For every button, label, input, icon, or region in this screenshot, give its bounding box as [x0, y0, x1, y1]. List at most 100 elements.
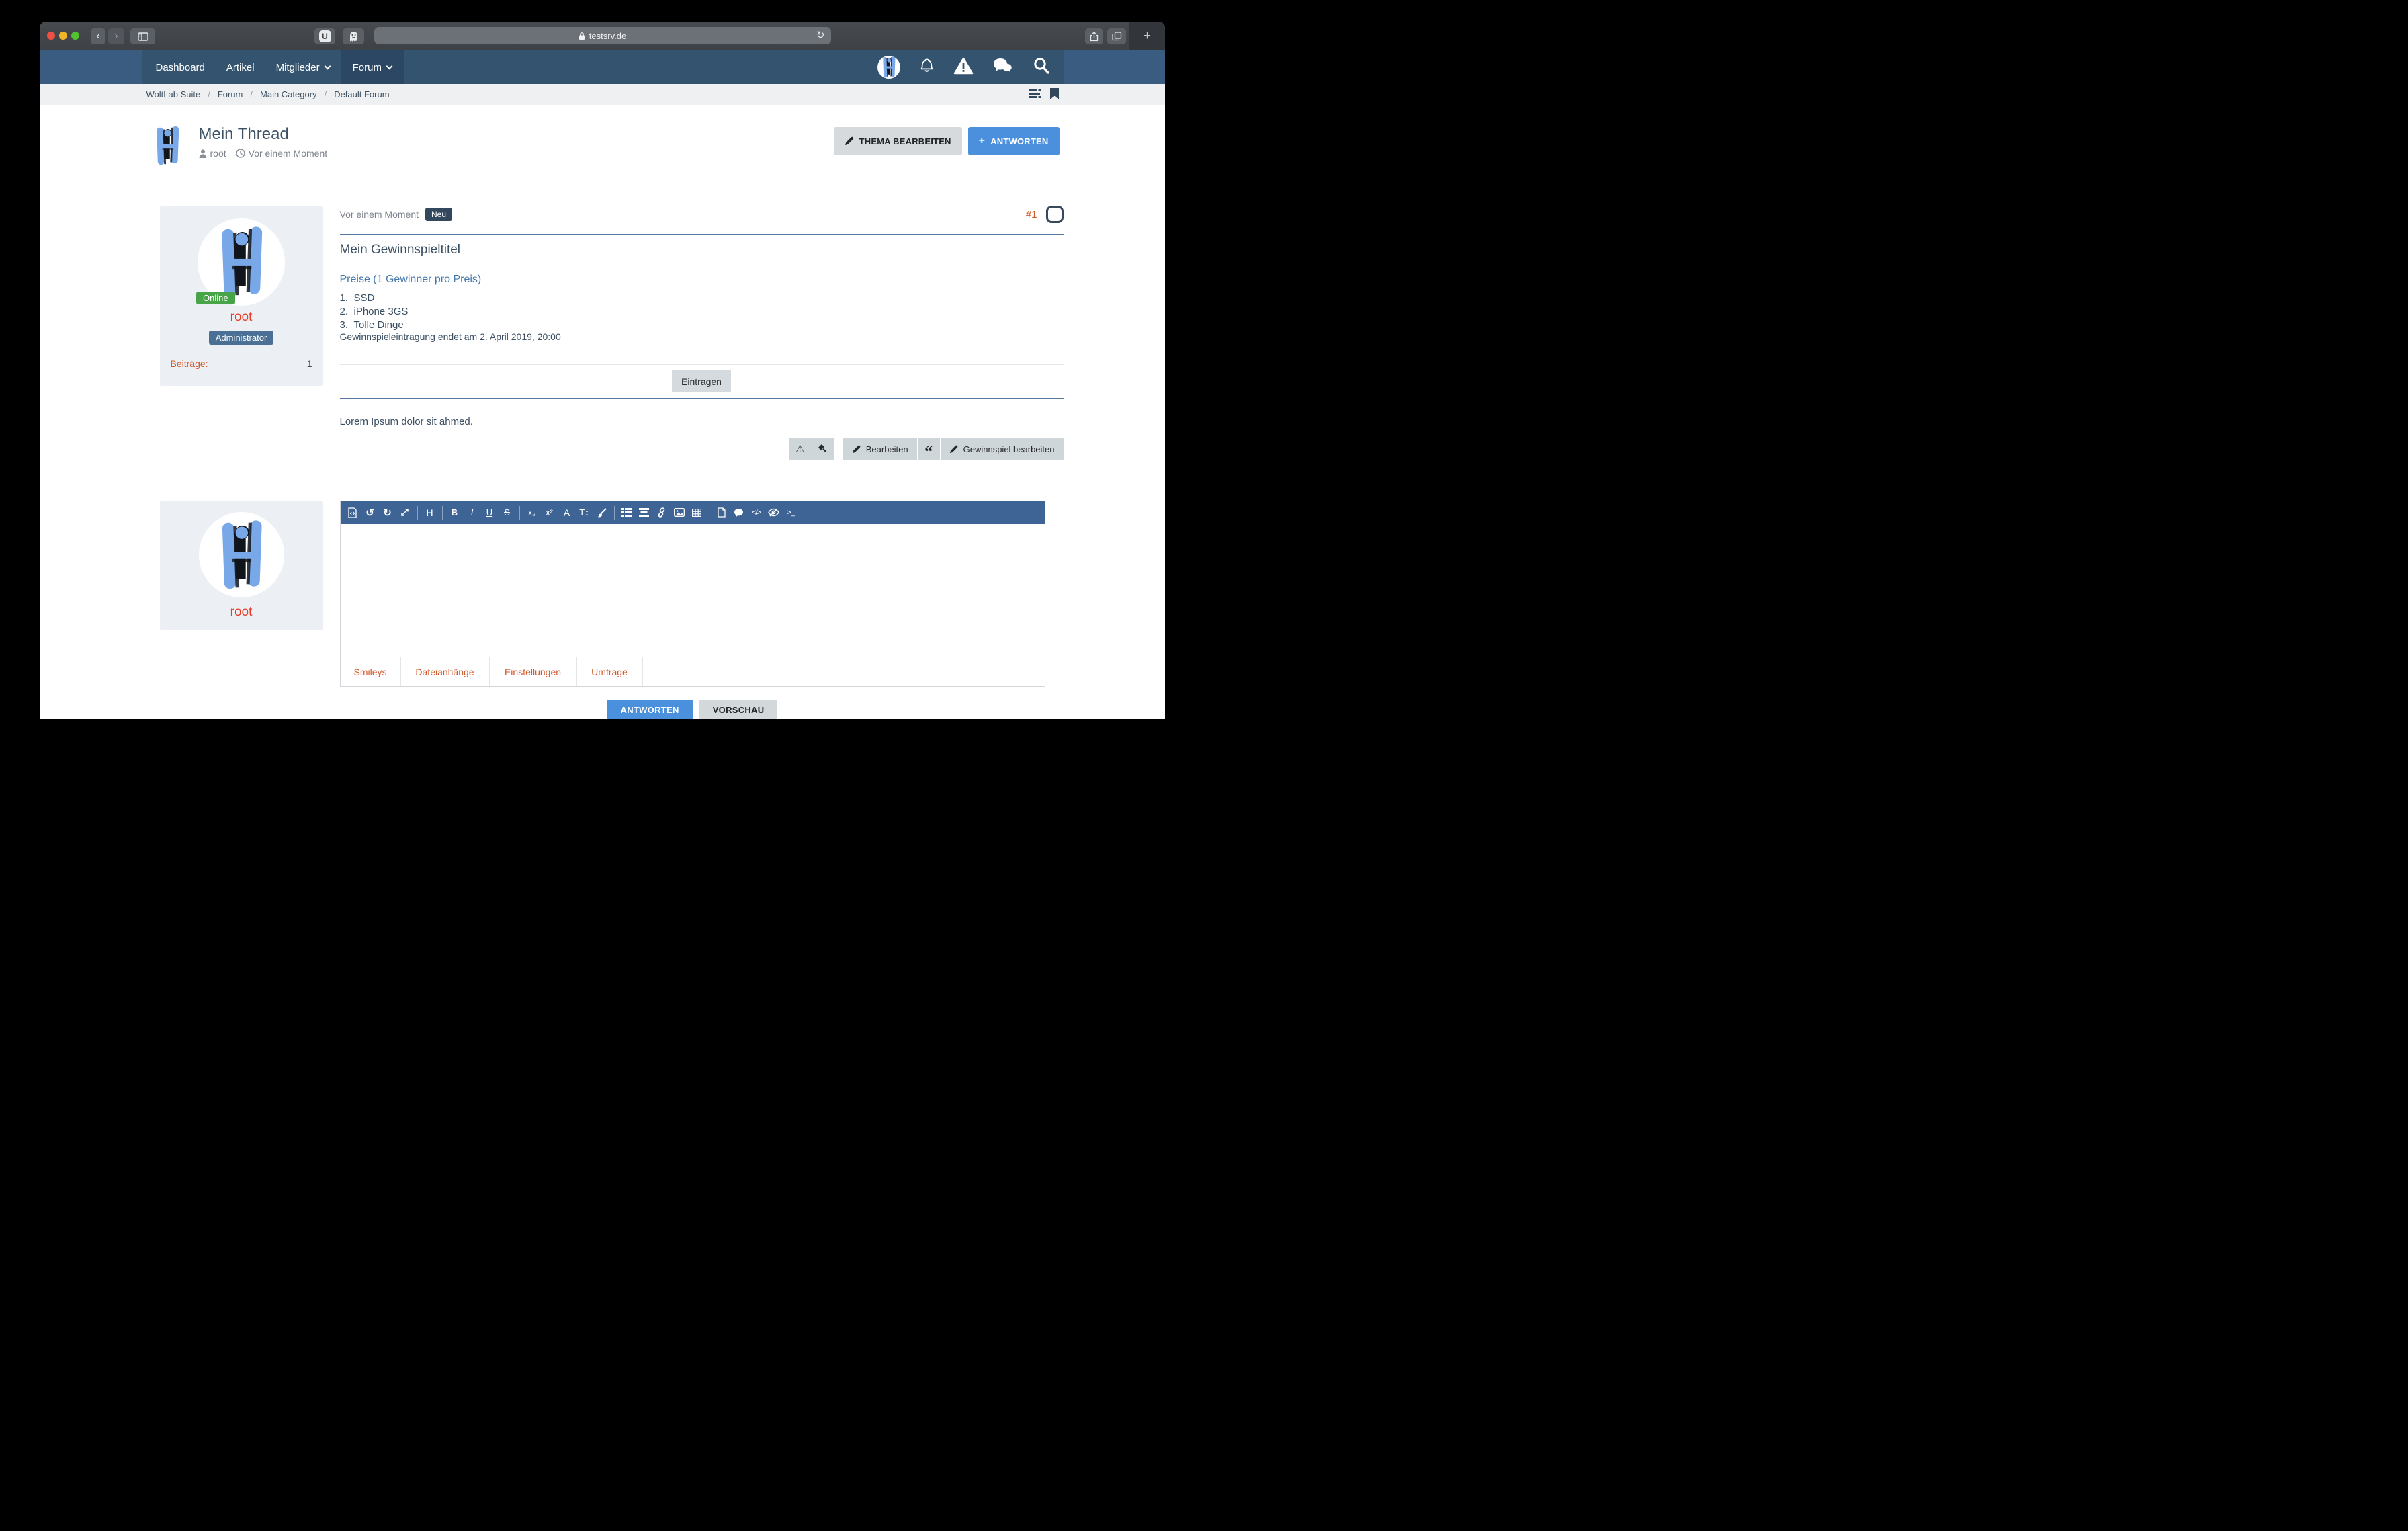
heading-button[interactable]: H [421, 504, 439, 522]
button-label: THEMA BEARBEITEN [859, 136, 951, 147]
warning-icon: ⚠ [796, 443, 804, 455]
raffle-top-border [340, 234, 1064, 235]
breadcrumb-item-forum[interactable]: Forum [218, 89, 243, 99]
breadcrumb-item-woltlab[interactable]: WoltLab Suite [146, 89, 201, 99]
redo-button[interactable]: ↻ [379, 504, 396, 522]
prize-label: iPhone 3GS [354, 305, 408, 319]
notifications-button[interactable] [919, 58, 935, 77]
reply-section: root ↺ ↻ [142, 501, 1064, 719]
nav-item-forum[interactable]: Forum [341, 50, 404, 84]
quote-post-button[interactable]: “ [917, 438, 940, 460]
post-author-box: Online root Administrator Beiträge: 1 [160, 206, 323, 386]
submit-reply-button[interactable]: ANTWORTEN [607, 700, 693, 719]
prizes-heading: Preise (1 Gewinner pro Preis) [340, 274, 1064, 286]
tabs-icon [1112, 32, 1122, 41]
sidebar-toggle-button[interactable] [130, 28, 155, 44]
reply-editor: ↺ ↻ H B I U [340, 501, 1045, 687]
post-author-name[interactable]: root [160, 310, 323, 325]
prize-number: 2. [340, 305, 354, 319]
breadcrumb-item-default-forum[interactable]: Default Forum [334, 89, 389, 99]
brush-icon [597, 508, 607, 518]
edit-raffle-button[interactable]: Gewinnspiel bearbeiten [940, 438, 1064, 460]
font-color-button[interactable]: A [558, 504, 576, 522]
moderation-button[interactable] [953, 57, 974, 78]
new-tab-button[interactable]: + [1129, 22, 1165, 50]
raffle-enter-button[interactable]: Eintragen [672, 370, 731, 392]
page-button[interactable] [713, 504, 730, 522]
bold-button[interactable]: B [446, 504, 464, 522]
quote-block-button[interactable] [730, 504, 748, 522]
alignment-button[interactable] [636, 504, 653, 522]
tab-einstellungen[interactable]: Einstellungen [490, 657, 577, 686]
moderate-post-button[interactable] [812, 438, 834, 460]
format-brush-button[interactable] [593, 504, 611, 522]
tab-overview-button[interactable] [1107, 28, 1126, 44]
report-post-button[interactable]: ⚠ [789, 438, 812, 460]
thread-list-button[interactable] [1029, 89, 1041, 100]
subscript-button[interactable]: x₂ [523, 504, 541, 522]
nav-item-mitglieder[interactable]: Mitglieder [265, 50, 341, 84]
user-icon [199, 149, 207, 158]
extension-ghostery-button[interactable] [343, 28, 364, 44]
extension-ublock-button[interactable]: U [314, 28, 335, 44]
tab-dateianhaenge[interactable]: Dateianhänge [401, 657, 490, 686]
nav-label: Mitglieder [276, 62, 320, 73]
forward-button[interactable]: › [108, 28, 124, 44]
avatar-logo-icon [149, 125, 185, 167]
url-text: testsrv.de [589, 31, 626, 41]
edit-post-button[interactable]: Bearbeiten [843, 438, 917, 460]
image-button[interactable] [671, 504, 688, 522]
nav-item-dashboard[interactable]: Dashboard [145, 50, 216, 84]
eye-slash-icon [768, 508, 779, 517]
breadcrumb-item-category[interactable]: Main Category [260, 89, 317, 99]
reply-author-box: root [160, 501, 323, 630]
link-button[interactable] [653, 504, 671, 522]
font-size-button[interactable]: T↕ [576, 504, 593, 522]
inline-code-button[interactable]: </> [748, 504, 765, 522]
edit-thread-button[interactable]: THEMA BEARBEITEN [834, 127, 962, 155]
editor-text-area[interactable] [341, 524, 1045, 657]
spoiler-button[interactable] [765, 504, 783, 522]
search-button[interactable] [1033, 57, 1050, 78]
prize-number: 3. [340, 319, 354, 332]
nav-item-artikel[interactable]: Artikel [216, 50, 265, 84]
tab-smileys[interactable]: Smileys [341, 657, 401, 686]
tab-umfrage[interactable]: Umfrage [577, 657, 643, 686]
chat-bubbles-icon [992, 57, 1014, 75]
thread-author[interactable]: root [210, 148, 226, 159]
preview-reply-button[interactable]: VORSCHAU [699, 700, 778, 719]
thread-avatar[interactable] [146, 124, 189, 167]
underline-button[interactable]: U [481, 504, 499, 522]
italic-button[interactable]: I [464, 504, 481, 522]
reload-icon[interactable]: ↻ [816, 29, 825, 41]
reply-author-name[interactable]: root [160, 605, 323, 620]
post-select-checkbox[interactable] [1046, 206, 1064, 223]
reply-author-avatar[interactable] [199, 512, 284, 597]
table-button[interactable] [688, 504, 705, 522]
fullscreen-button[interactable] [396, 504, 414, 522]
reply-thread-button[interactable]: + ANTWORTEN [968, 127, 1060, 155]
chevron-down-icon [324, 63, 331, 69]
rank-badge: Administrator [209, 331, 274, 345]
bookmark-icon [1050, 88, 1059, 99]
superscript-button[interactable]: x² [541, 504, 558, 522]
main-navigation: Dashboard Artikel Mitglieder Forum [40, 50, 1165, 84]
address-bar[interactable]: testsrv.de ↻ [374, 27, 831, 44]
strikethrough-button[interactable]: S [499, 504, 516, 522]
source-code-button[interactable] [344, 504, 361, 522]
list-icon [621, 508, 632, 517]
undo-button[interactable]: ↺ [361, 504, 379, 522]
close-window-button[interactable] [47, 32, 55, 40]
back-button[interactable]: ‹ [91, 28, 105, 44]
list-button[interactable] [618, 504, 636, 522]
zoom-window-button[interactable] [71, 32, 79, 40]
bookmark-button[interactable] [1050, 88, 1059, 101]
minimize-window-button[interactable] [59, 32, 67, 40]
post-time[interactable]: Vor einem Moment [340, 209, 419, 220]
code-block-button[interactable]: >_ [783, 504, 800, 522]
user-menu-avatar[interactable] [877, 56, 900, 79]
share-button[interactable] [1085, 28, 1103, 44]
toolbar-separator [614, 506, 615, 520]
post-number[interactable]: #1 [1026, 209, 1037, 220]
conversations-button[interactable] [992, 57, 1014, 78]
